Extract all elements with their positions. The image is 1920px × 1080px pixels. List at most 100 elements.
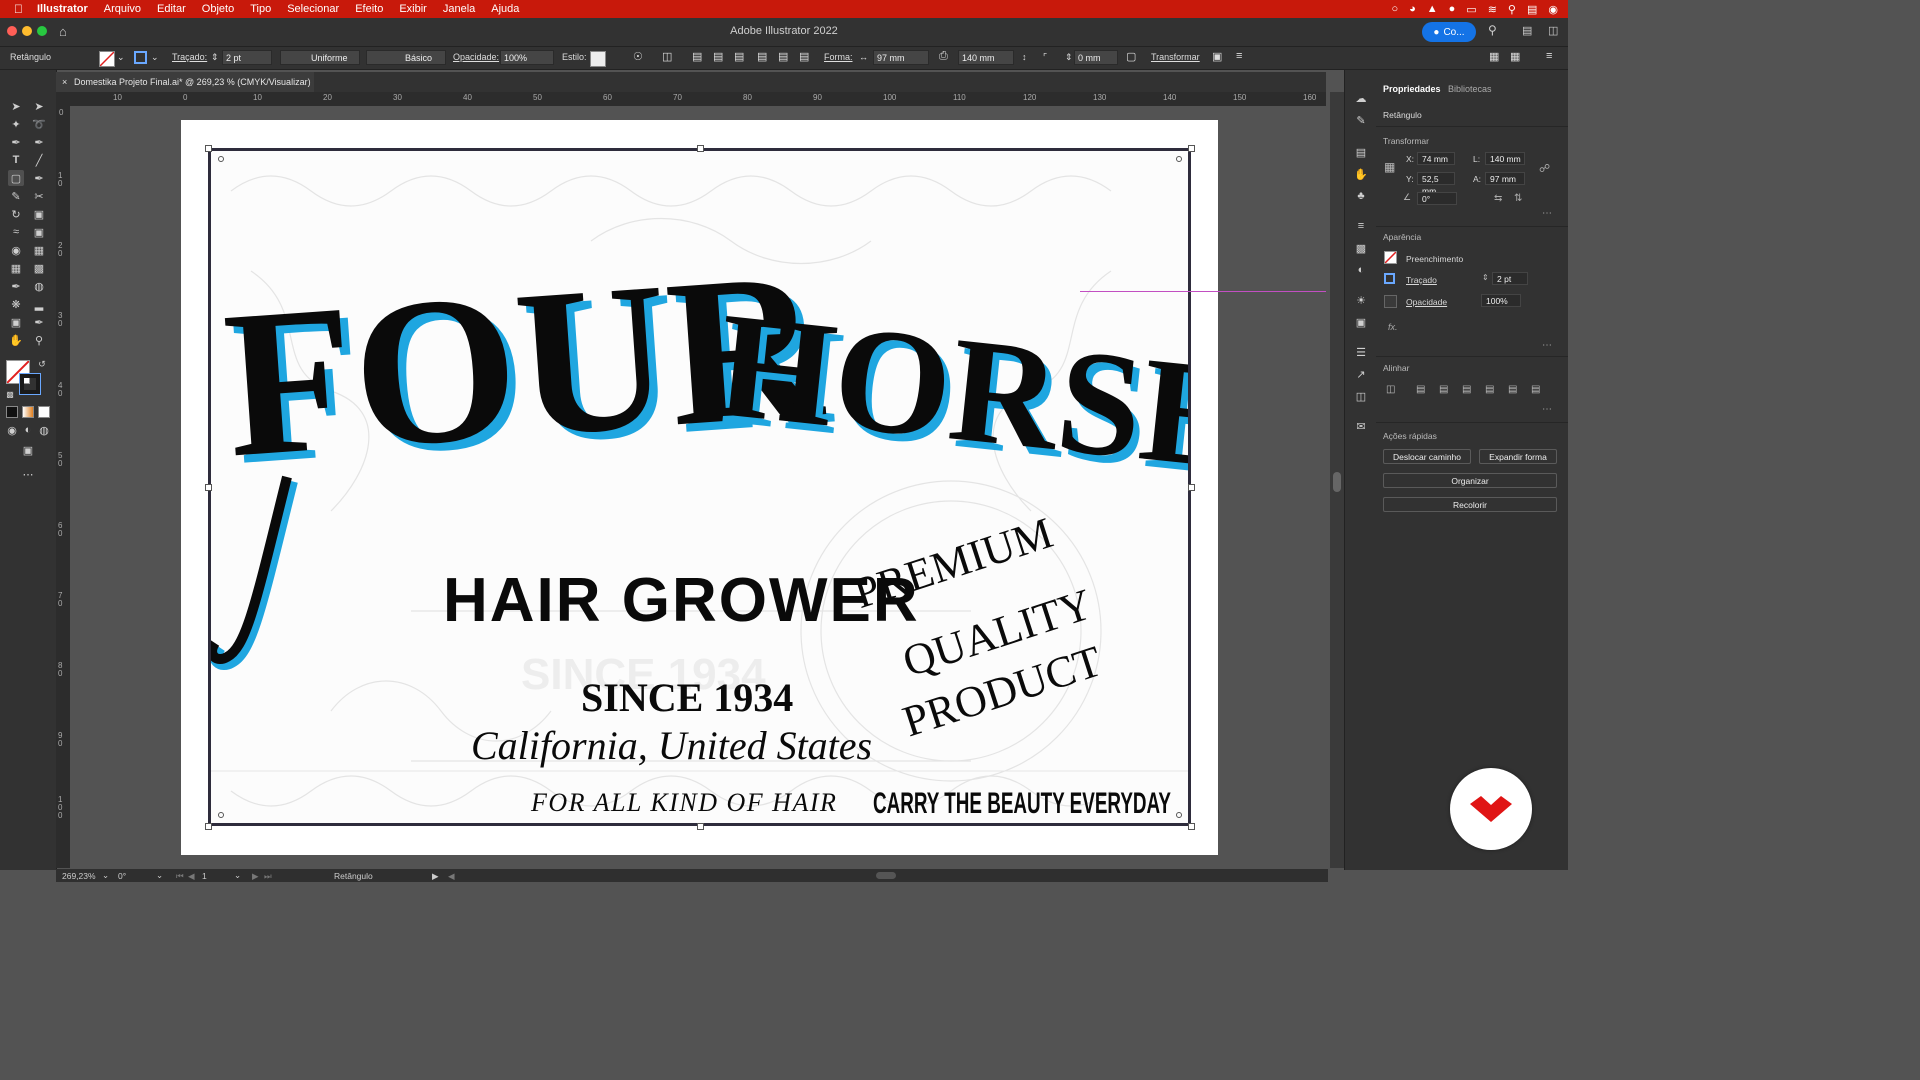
align-right-icon[interactable]: ▤ — [734, 50, 744, 63]
menu-editar[interactable]: Editar — [157, 3, 186, 15]
shape-height-field[interactable]: 140 mm — [958, 50, 1014, 65]
stroke-panel-icon[interactable]: ≡ — [1353, 218, 1369, 234]
opacity-field[interactable]: 100% — [500, 50, 554, 65]
link-proportions-icon[interactable]: ⎙ — [939, 50, 948, 63]
symbols-icon[interactable]: ♣ — [1353, 188, 1369, 204]
align-vcenter-icon[interactable]: ▤ — [778, 50, 788, 63]
eyedropper-tool-icon[interactable]: ✒ — [8, 278, 24, 294]
artboard-dropdown-icon[interactable]: ⌄ — [234, 870, 241, 881]
graph-tool-icon[interactable]: ▂ — [31, 296, 47, 312]
scroll-left-icon[interactable]: ◀ — [448, 871, 455, 882]
rotation-value[interactable]: 0° — [118, 871, 126, 881]
align-to-icon[interactable]: ◫ — [662, 50, 672, 63]
align-right-icon[interactable]: ▤ — [1462, 384, 1471, 395]
spotlight-icon[interactable]: ⚲ — [1508, 3, 1516, 16]
vertical-ruler[interactable]: 0 10 20 30 40 50 60 70 80 90 100 — [56, 106, 71, 868]
horizontal-scrollbar-thumb[interactable] — [876, 872, 896, 879]
gradient-tool-icon[interactable]: ▩ — [31, 260, 47, 276]
artboard[interactable]: SINCE 1934 FOUR FOUR HORSES HORSES HAIR … — [181, 120, 1218, 855]
appearance-icon[interactable]: ☀ — [1353, 292, 1369, 308]
creative-cloud-icon[interactable]: ○ — [1391, 3, 1398, 15]
artboard-number[interactable]: 1 — [202, 871, 207, 881]
stroke-weight-field[interactable]: 2 pt — [1492, 272, 1528, 285]
next-artboard-icon[interactable]: ▶ — [252, 871, 259, 882]
menu-efeito[interactable]: Efeito — [355, 3, 383, 15]
flip-horizontal-icon[interactable]: ⇆ — [1494, 193, 1502, 204]
rotation-field[interactable]: 0° — [1417, 192, 1457, 205]
radius-stepper-icon[interactable]: ⇕ — [1065, 52, 1073, 63]
scissors-tool-icon[interactable]: ✂ — [31, 188, 47, 204]
stroke-profile-select[interactable]: Uniforme — [280, 50, 360, 65]
more-options-icon[interactable]: ⋯ — [1542, 340, 1552, 351]
opacity-label[interactable]: Opacidade: — [453, 52, 499, 62]
wifi-icon[interactable]: ≋ — [1488, 3, 1497, 16]
selection-handle[interactable] — [697, 145, 704, 152]
properties-icon[interactable]: ▤ — [1353, 144, 1369, 160]
align-top-icon[interactable]: ▤ — [1485, 384, 1494, 395]
menu-tipo[interactable]: Tipo — [250, 3, 271, 15]
lasso-tool-icon[interactable]: ➰ — [31, 116, 47, 132]
more-options-icon[interactable]: ⋯ — [1542, 404, 1552, 415]
corner-type-icon[interactable]: ⌜ — [1043, 52, 1047, 63]
corner-radius-field[interactable]: 0 mm — [1074, 50, 1118, 65]
stroke-stepper-icon[interactable]: ⇕ — [1482, 273, 1489, 282]
corner-widget[interactable] — [218, 812, 224, 818]
align-left-icon[interactable]: ▤ — [1416, 384, 1425, 395]
notification-icon[interactable]: ● — [1449, 3, 1456, 15]
tab-libraries[interactable]: Bibliotecas — [1448, 84, 1492, 94]
workspace-icon[interactable]: ▤ — [1522, 24, 1532, 37]
prev-artboard-icon[interactable]: ◀ — [188, 871, 195, 882]
horizontal-ruler[interactable]: 10 0 10 20 30 40 50 60 70 80 90 100 110 … — [56, 92, 1326, 107]
document-tab[interactable]: × Domestika Projeto Final.ai* @ 269,23 %… — [56, 72, 314, 92]
curvature-tool-icon[interactable]: ✒ — [31, 134, 47, 150]
stroke-label[interactable]: Traçado — [1406, 275, 1437, 285]
menu-arquivo[interactable]: Arquivo — [104, 3, 141, 15]
selection-handle[interactable] — [697, 823, 704, 830]
corner-widget[interactable] — [1176, 156, 1182, 162]
rotate-tool-icon[interactable]: ↻ — [8, 206, 24, 222]
selection-handle[interactable] — [1188, 823, 1195, 830]
paintbrush-tool-icon[interactable]: ✒ — [31, 170, 47, 186]
sync-icon[interactable]: ◕ — [1409, 3, 1416, 15]
arrange-docs-icon[interactable]: ◫ — [1548, 24, 1558, 37]
align-top-icon[interactable]: ▤ — [757, 50, 767, 63]
apple-icon[interactable]:  — [14, 2, 23, 16]
expand-shape-button[interactable]: Expandir forma — [1479, 449, 1557, 464]
asset-export-icon[interactable]: ↗ — [1353, 366, 1369, 382]
search-icon[interactable]: ⚲ — [1488, 23, 1497, 37]
x-field[interactable]: 74 mm — [1417, 152, 1455, 165]
selection-handle[interactable] — [1188, 145, 1195, 152]
more-options-icon[interactable]: ⋯ — [1542, 208, 1552, 219]
control-center-icon[interactable]: ▤ — [1527, 3, 1537, 16]
transparency-icon[interactable]: ◐ — [1353, 262, 1369, 278]
opacity-field[interactable]: 100% — [1481, 294, 1521, 307]
puppet-icon[interactable]: ✋ — [1353, 166, 1369, 182]
line-tool-icon[interactable]: ╱ — [31, 152, 47, 168]
offset-path-button[interactable]: Deslocar caminho — [1383, 449, 1471, 464]
align-bottom-icon[interactable]: ▤ — [799, 50, 809, 63]
align-to-icon[interactable]: ◫ — [1386, 384, 1395, 395]
canvas-area[interactable]: SINCE 1934 FOUR FOUR HORSES HORSES HAIR … — [70, 106, 1328, 868]
distribute-icon[interactable]: ▦ — [1510, 50, 1520, 63]
graphic-styles-icon[interactable]: ▣ — [1353, 314, 1369, 330]
recolor-button[interactable]: Recolorir — [1383, 497, 1557, 512]
menu-janela[interactable]: Janela — [443, 3, 475, 15]
corner-widget[interactable] — [1176, 812, 1182, 818]
flip-vertical-icon[interactable]: ⇅ — [1514, 193, 1522, 204]
stroke-color-box[interactable] — [19, 373, 41, 395]
draw-inside-icon[interactable]: ◍ — [36, 422, 52, 438]
symbol-sprayer-tool-icon[interactable]: ❋ — [8, 296, 24, 312]
screen-icon[interactable]: ▭ — [1466, 3, 1476, 16]
last-artboard-icon[interactable]: ⏭ — [264, 871, 272, 882]
comments-icon[interactable]: ✉ — [1353, 418, 1369, 434]
w-field[interactable]: 140 mm — [1485, 152, 1525, 165]
swap-colors-icon[interactable]: ↺ — [34, 356, 50, 372]
default-colors-icon[interactable]: ▩ — [2, 386, 18, 402]
corner-widget[interactable] — [218, 156, 224, 162]
learn-icon[interactable]: ✎ — [1353, 112, 1369, 128]
more-options-icon[interactable]: ≡ — [1236, 50, 1242, 62]
menu-objeto[interactable]: Objeto — [202, 3, 234, 15]
arrange-icon[interactable]: ▦ — [1489, 50, 1499, 63]
y-field[interactable]: 52,5 mm — [1417, 172, 1455, 196]
shape-width-field[interactable]: 97 mm — [873, 50, 929, 65]
